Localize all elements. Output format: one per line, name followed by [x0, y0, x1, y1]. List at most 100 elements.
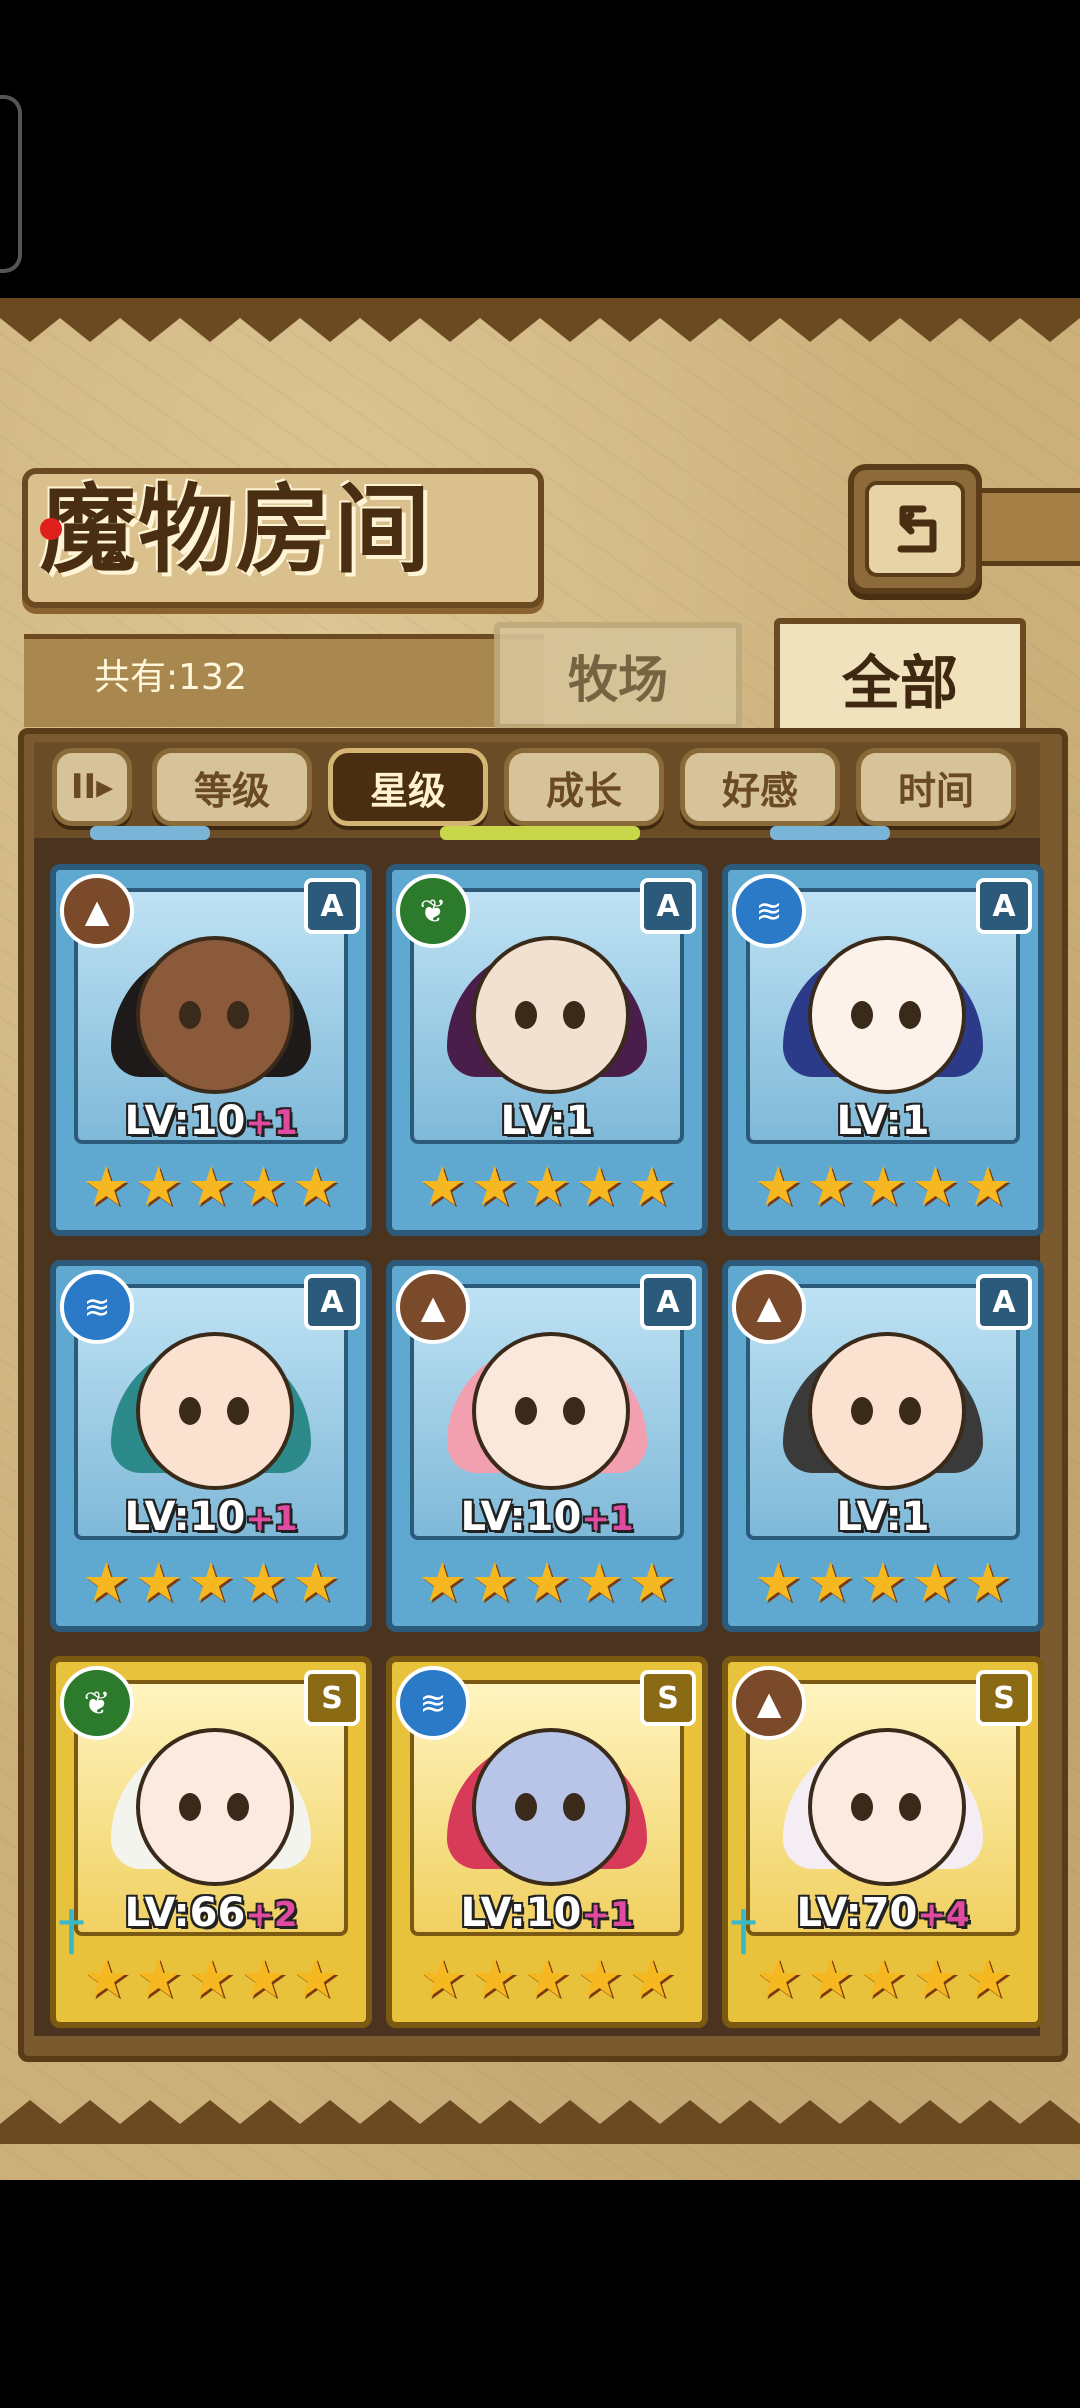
rank-badge: S [976, 1670, 1032, 1726]
leaf-icon: ❦ [396, 874, 470, 948]
star-icon: ★ [963, 1947, 1013, 2010]
monster-eye [851, 1793, 874, 1822]
star-icon: ★ [858, 1155, 908, 1218]
star-icon: ★ [858, 1947, 908, 2010]
monster-face [136, 936, 294, 1095]
star-icon: ★ [627, 1155, 677, 1218]
level-bonus: +4 [917, 1895, 970, 1935]
star-rating: ★ ★ ★ ★ ★ [82, 1155, 340, 1218]
star-icon: ★ [470, 1551, 519, 1614]
star-icon: ★ [81, 1551, 131, 1614]
monster-card[interactable]: ▲ A LV:10+1 ★ ★ ★ ★ ★ [386, 1260, 708, 1632]
star-rating: ★ ★ ★ ★ ★ [418, 1947, 676, 2010]
star-icon: ★ [806, 1551, 855, 1614]
star-icon: ★ [575, 1551, 624, 1614]
star-icon: ★ [627, 1947, 677, 2010]
monster-eye [179, 1793, 202, 1822]
star-rating: ★ ★ ★ ★ ★ [82, 1947, 340, 2010]
filter-growth[interactable]: 成长 [504, 748, 664, 826]
monster-card[interactable]: ≋ A LV:10+1 ★ ★ ★ ★ ★ [50, 1260, 372, 1632]
back-icon [865, 481, 965, 577]
monster-eye [515, 1397, 538, 1426]
sort-order-button[interactable]: II▸ [52, 748, 132, 826]
monster-card[interactable]: ≋ A LV:1 ★ ★ ★ ★ ★ [722, 864, 1044, 1236]
monster-face [472, 936, 630, 1095]
monster-level: LV:70+4 [728, 1890, 1038, 1936]
star-icon: ★ [522, 1551, 572, 1614]
back-rail [970, 488, 1080, 566]
monster-eye [851, 1001, 874, 1030]
star-icon: ★ [753, 1551, 803, 1614]
monster-face [136, 1332, 294, 1491]
monster-eye [562, 1793, 585, 1822]
monster-face [472, 1728, 630, 1887]
mountain-icon: ▲ [396, 1270, 470, 1344]
previous-row-edge [440, 826, 640, 840]
monster-eye [898, 1001, 921, 1030]
monster-level: LV:10+1 [392, 1494, 702, 1540]
monster-card[interactable]: ≋ S LV:10+1 ★ ★ ★ ★ ★ [386, 1656, 708, 2028]
monster-card[interactable]: ❦ S † LV:66+2 ★ ★ ★ ★ ★ [50, 1656, 372, 2028]
level-bonus: +1 [581, 1895, 634, 1935]
filter-time[interactable]: 时间 [856, 748, 1016, 826]
tab-all[interactable]: 全部 [774, 618, 1026, 738]
monster-card[interactable]: ▲ S † LV:70+4 ★ ★ ★ ★ ★ [722, 1656, 1044, 2028]
star-icon: ★ [134, 1551, 183, 1614]
monster-face [472, 1332, 630, 1491]
star-rating: ★ ★ ★ ★ ★ [82, 1551, 340, 1614]
previous-row-edge [770, 826, 890, 840]
monster-eye [898, 1793, 921, 1822]
star-icon: ★ [575, 1155, 624, 1218]
monster-face [808, 1332, 966, 1491]
monster-level: LV:66+2 [56, 1890, 366, 1936]
monster-card[interactable]: ▲ A LV:10+1 ★ ★ ★ ★ ★ [50, 864, 372, 1236]
monster-eye [226, 1793, 249, 1822]
water-icon: ≋ [732, 874, 806, 948]
star-icon: ★ [81, 1947, 131, 2010]
star-icon: ★ [291, 1947, 341, 2010]
monster-face [808, 1728, 966, 1887]
star-icon: ★ [522, 1947, 572, 2010]
star-icon: ★ [806, 1155, 855, 1218]
status-bracket [0, 95, 22, 273]
star-icon: ★ [753, 1155, 803, 1218]
monster-level: LV:10+1 [56, 1494, 366, 1540]
star-icon: ★ [134, 1155, 183, 1218]
star-rating: ★ ★ ★ ★ ★ [418, 1155, 676, 1218]
star-icon: ★ [291, 1155, 341, 1218]
monster-level: LV:1 [728, 1494, 1038, 1540]
rank-badge: A [304, 1274, 360, 1330]
star-icon: ★ [239, 1947, 288, 2010]
water-icon: ≋ [396, 1666, 470, 1740]
filter-star[interactable]: 星级 [328, 748, 488, 826]
level-value: LV:1 [836, 1494, 930, 1540]
monster-eye [226, 1001, 249, 1030]
level-value: LV:66 [124, 1890, 246, 1936]
mountain-icon: ▲ [732, 1666, 806, 1740]
tab-ranch[interactable]: 牧场 [494, 622, 742, 730]
mountain-icon: ▲ [60, 874, 134, 948]
level-bonus: +2 [245, 1895, 298, 1935]
zigzag-border-top [0, 298, 1080, 342]
notification-dot [40, 518, 62, 540]
monster-card[interactable]: ▲ A LV:1 ★ ★ ★ ★ ★ [722, 1260, 1044, 1632]
monster-eye [179, 1001, 202, 1030]
monster-card[interactable]: ❦ A LV:1 ★ ★ ★ ★ ★ [386, 864, 708, 1236]
monster-eye [179, 1397, 202, 1426]
previous-row-edge [90, 826, 210, 840]
star-icon: ★ [470, 1155, 519, 1218]
star-icon: ★ [575, 1947, 624, 2010]
star-icon: ★ [186, 1551, 236, 1614]
monster-eye [562, 1001, 585, 1030]
level-bonus: +1 [245, 1499, 298, 1539]
rank-badge: A [640, 878, 696, 934]
star-icon: ★ [911, 1155, 960, 1218]
monster-eye [562, 1397, 585, 1426]
star-icon: ★ [470, 1947, 519, 2010]
level-value: LV:1 [836, 1098, 930, 1144]
filter-level[interactable]: 等级 [152, 748, 312, 826]
filter-affection[interactable]: 好感 [680, 748, 840, 826]
back-button[interactable] [848, 464, 982, 594]
monster-level: LV:10+1 [392, 1890, 702, 1936]
star-rating: ★ ★ ★ ★ ★ [418, 1551, 676, 1614]
